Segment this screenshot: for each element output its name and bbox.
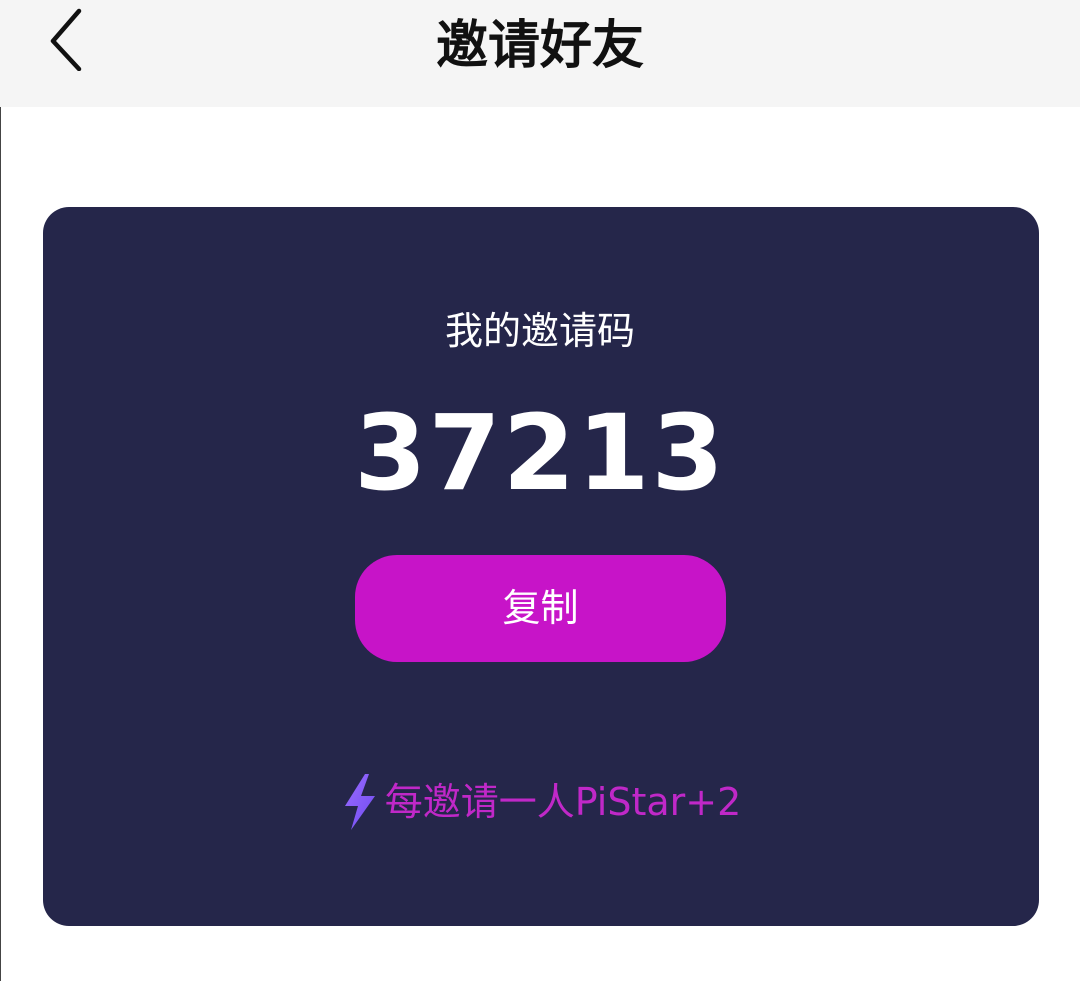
invite-code-value: 37213 <box>354 392 726 514</box>
top-bar: 邀请好友 <box>0 0 1080 107</box>
invite-friends-screen: 邀请好友 我的邀请码 37213 复制 每邀请一人PiStar+2 <box>0 0 1080 981</box>
invite-code-label: 我的邀请码 <box>444 309 635 353</box>
reward-info: 每邀请一人PiStar+2 <box>0 770 1080 834</box>
lightning-bolt-icon <box>339 772 379 832</box>
copy-button[interactable]: 复制 <box>355 555 726 662</box>
page-title: 邀请好友 <box>435 16 644 76</box>
reward-text: 每邀请一人PiStar+2 <box>384 780 742 824</box>
